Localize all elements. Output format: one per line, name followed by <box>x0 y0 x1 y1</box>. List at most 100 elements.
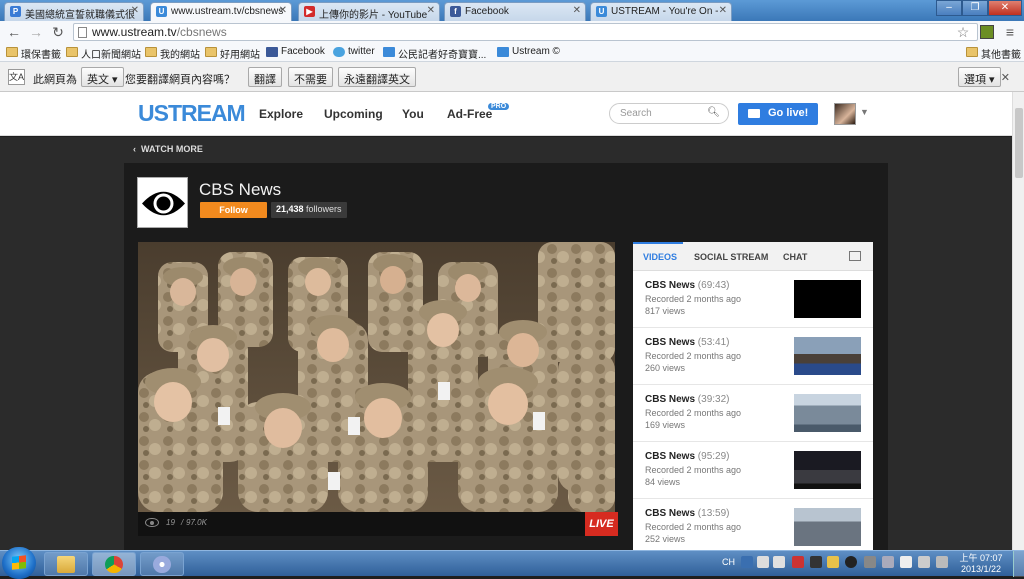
app-tray-icon[interactable] <box>827 556 839 568</box>
scrollbar-thumb[interactable] <box>1015 108 1023 178</box>
folder-icon <box>6 47 18 57</box>
app-tray-icon[interactable] <box>792 556 804 568</box>
chevron-down-icon[interactable]: ▼ <box>860 107 869 117</box>
video-thumbnail[interactable] <box>794 280 861 318</box>
tab-favicon: ▶ <box>304 6 315 17</box>
browser-tab-2[interactable]: U www.ustream.tv/cbsnews ✕ <box>150 2 292 21</box>
site-header: USTREAM Explore Upcoming You Ad-Free PRO… <box>0 92 1012 136</box>
close-icon[interactable]: ✕ <box>279 5 287 16</box>
menu-icon[interactable]: ≡ <box>1002 24 1018 40</box>
start-button[interactable] <box>2 547 36 579</box>
action-center-icon[interactable] <box>882 556 894 568</box>
reload-icon[interactable]: ↻ <box>50 24 66 40</box>
bookmark-item[interactable]: 公民記者好奇寶寶... <box>383 46 486 61</box>
nav-you[interactable]: You <box>402 107 424 121</box>
popout-icon[interactable] <box>849 251 861 261</box>
bookmark-item[interactable]: 人口新聞網站 <box>66 46 141 61</box>
app-tray-icon[interactable] <box>810 556 822 568</box>
search-placeholder: Search <box>620 108 652 119</box>
taskbar-paint[interactable] <box>140 552 184 576</box>
clock[interactable]: 上午 07:07 2013/1/22 <box>958 553 1004 575</box>
app-tray-icon[interactable] <box>845 556 857 568</box>
watch-more-link[interactable]: ‹ WATCH MORE <box>133 144 203 154</box>
nav-ad-free[interactable]: Ad-Free <box>447 107 492 121</box>
show-hidden-icons-icon[interactable] <box>864 556 876 568</box>
pro-badge: PRO <box>488 103 510 110</box>
bookmark-item[interactable]: 我的網站 <box>145 46 200 61</box>
network-icon[interactable] <box>900 556 912 568</box>
bookmark-item[interactable]: Facebook <box>266 46 325 57</box>
nav-upcoming[interactable]: Upcoming <box>324 107 383 121</box>
stat-separator: / <box>181 518 184 527</box>
video-duration: (95:29) <box>697 451 730 462</box>
extension-icon[interactable] <box>980 25 994 39</box>
search-icon[interactable]: 🔍︎ <box>707 107 720 118</box>
video-title-text: CBS News <box>645 280 696 291</box>
bookmark-label: 我的網站 <box>160 50 200 61</box>
forward-icon[interactable]: → <box>28 24 44 40</box>
translate-prefix: 此網頁為 <box>33 74 77 86</box>
language-select[interactable]: 英文 ▾ <box>81 67 124 87</box>
close-window-button[interactable]: ✕ <box>988 0 1022 16</box>
tab-chat[interactable]: CHAT <box>783 252 807 262</box>
channel-logo[interactable] <box>137 177 188 228</box>
star-icon[interactable]: ☆ <box>955 24 971 40</box>
video-player[interactable] <box>138 242 615 512</box>
page-scrollbar[interactable] <box>1012 92 1024 550</box>
video-thumbnail[interactable] <box>794 337 861 375</box>
watch-more-label: WATCH MORE <box>141 144 203 154</box>
bookmark-label: 公民記者好奇寶寶... <box>398 50 487 61</box>
go-live-button[interactable]: Go live! <box>738 103 818 125</box>
browser-tab-1[interactable]: P 美國總統宣誓就職儀式很 ✕ <box>4 2 144 21</box>
bookmark-item[interactable]: Ustream © <box>497 46 560 57</box>
bookmark-item[interactable]: 好用網站 <box>205 46 260 61</box>
video-duration: (53:41) <box>697 337 730 348</box>
ime-mode-icon[interactable] <box>757 556 769 568</box>
close-icon[interactable]: ✕ <box>1001 71 1010 84</box>
close-icon[interactable]: ✕ <box>131 5 139 16</box>
nav-explore[interactable]: Explore <box>259 107 303 121</box>
volume-icon[interactable] <box>918 556 930 568</box>
close-icon[interactable]: ✕ <box>573 5 581 16</box>
no-thanks-button[interactable]: 不需要 <box>288 67 333 87</box>
tab-favicon: U <box>156 6 167 17</box>
video-recorded: Recorded 2 months ago <box>645 465 742 475</box>
close-icon[interactable]: ✕ <box>427 5 435 16</box>
show-desktop-button[interactable] <box>1013 551 1024 577</box>
minimize-button[interactable]: ‒ <box>936 0 962 16</box>
tab-social-stream[interactable]: SOCIAL STREAM <box>694 252 768 262</box>
folder-icon <box>145 47 157 57</box>
video-list-item[interactable]: CBS News (69:43) Recorded 2 months ago 8… <box>633 271 873 328</box>
browser-tab-4[interactable]: f Facebook ✕ <box>444 2 586 21</box>
video-list-item[interactable]: CBS News (13:59) Recorded 2 months ago 2… <box>633 499 873 550</box>
avatar[interactable] <box>834 103 856 125</box>
ime-icon[interactable] <box>741 556 753 568</box>
back-icon[interactable]: ← <box>6 24 22 40</box>
taskbar-chrome[interactable] <box>92 552 136 576</box>
other-bookmarks[interactable]: 其他書籤 <box>966 46 1021 61</box>
search-input[interactable]: Search 🔍︎ <box>609 103 729 124</box>
video-thumbnail[interactable] <box>794 394 861 432</box>
video-thumbnail[interactable] <box>794 508 861 546</box>
browser-tab-3[interactable]: ▶ 上傳你的影片 - YouTube ✕ <box>298 2 440 21</box>
bookmark-item[interactable]: twitter <box>333 46 375 57</box>
options-button[interactable]: 選項 ▾ <box>958 67 1001 87</box>
browser-tab-5[interactable]: U USTREAM - You're On - ✕ <box>590 2 732 21</box>
tab-videos[interactable]: VIDEOS <box>643 252 677 262</box>
video-list-item[interactable]: CBS News (39:32) Recorded 2 months ago 1… <box>633 385 873 442</box>
ustream-logo[interactable]: USTREAM <box>138 100 246 127</box>
always-translate-button[interactable]: 永遠翻譯英文 <box>338 67 416 87</box>
taskbar-explorer[interactable] <box>44 552 88 576</box>
help-icon[interactable] <box>773 556 785 568</box>
power-icon[interactable] <box>936 556 948 568</box>
address-bar[interactable]: www.ustream.tv/cbsnews <box>73 23 978 41</box>
video-list-item[interactable]: CBS News (53:41) Recorded 2 months ago 2… <box>633 328 873 385</box>
follow-button[interactable]: Follow <box>200 202 267 218</box>
translate-button[interactable]: 翻譯 <box>248 67 282 87</box>
language-indicator[interactable]: CH <box>722 557 735 567</box>
video-thumbnail[interactable] <box>794 451 861 489</box>
close-icon[interactable]: ✕ <box>719 5 727 16</box>
video-list-item[interactable]: CBS News (95:29) Recorded 2 months ago 8… <box>633 442 873 499</box>
bookmark-item[interactable]: 環保書籤 <box>6 46 61 61</box>
maximize-button[interactable]: ❐ <box>962 0 988 16</box>
